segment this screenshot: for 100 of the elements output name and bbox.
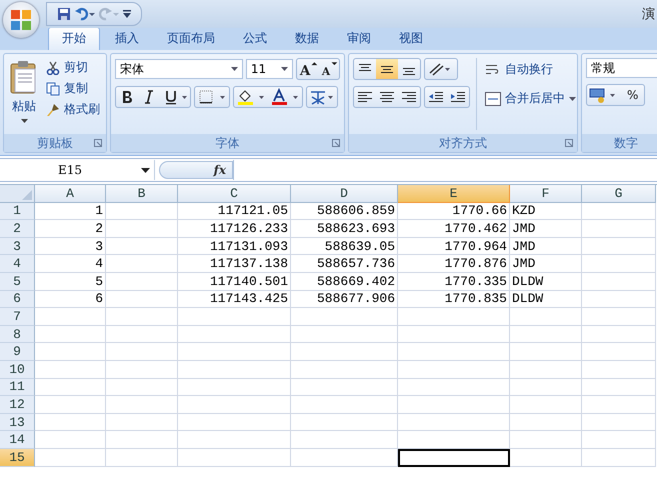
group-label: 字体 (216, 134, 240, 152)
table-cell: 588677.906 (291, 290, 398, 308)
row-header[interactable]: 11 (0, 378, 35, 396)
column-header[interactable]: G (582, 185, 656, 203)
empty-cell (510, 431, 582, 449)
copy-button[interactable]: 复制 (44, 79, 102, 98)
row-header[interactable]: 5 (0, 272, 35, 291)
column-header[interactable]: C (178, 185, 291, 203)
empty-cell (106, 272, 178, 291)
row-header[interactable]: 1 (0, 202, 35, 220)
table-cell: 588657.736 (291, 255, 398, 273)
column-header[interactable]: F (510, 185, 582, 203)
empty-cell (510, 378, 582, 396)
ribbon-tab[interactable]: 插入 (102, 28, 152, 50)
table-cell: 5 (35, 272, 106, 291)
number-format-dropdown[interactable]: 常规 (586, 58, 657, 78)
table-cell: 117121.05 (178, 202, 291, 220)
active-cell[interactable] (398, 448, 510, 466)
paste-button[interactable]: 粘贴 (8, 58, 40, 130)
caret-icon (569, 96, 576, 100)
group-label: 数字 (614, 134, 638, 152)
empty-cell (106, 414, 178, 432)
insert-function-button[interactable]: fx (159, 161, 233, 179)
row-header[interactable]: 8 (0, 326, 35, 344)
empty-cell (106, 448, 178, 466)
empty-cell (106, 202, 178, 220)
table-cell: JMD (510, 238, 582, 256)
row-header[interactable]: 10 (0, 360, 35, 379)
merge-cells-icon (485, 92, 501, 106)
empty-cell (106, 396, 178, 414)
font-name-dropdown[interactable]: 宋体 (115, 59, 243, 79)
table-cell: 588639.05 (291, 238, 398, 256)
lines-icon (380, 63, 394, 75)
dialog-launcher-icon[interactable] (565, 139, 573, 147)
table-cell: 1770.462 (398, 220, 510, 238)
empty-cell (106, 431, 178, 449)
row-header[interactable]: 7 (0, 308, 35, 326)
table-cell: KZD (510, 202, 582, 220)
name-box[interactable]: E15 (0, 160, 155, 180)
column-header[interactable]: A (35, 185, 106, 203)
middle-align-button[interactable] (376, 59, 398, 79)
ribbon-tab[interactable]: 数据 (282, 28, 332, 50)
table-cell: 2 (35, 220, 106, 238)
row-header[interactable]: 14 (0, 431, 35, 449)
row-header[interactable]: 12 (0, 396, 35, 414)
wrap-text-button[interactable]: 自动换行 (483, 60, 578, 79)
table-cell: DLDW (510, 290, 582, 308)
ribbon-tab[interactable]: 视图 (386, 28, 436, 50)
window-title: 演 (642, 6, 656, 23)
table-cell: 117137.138 (178, 255, 291, 273)
table-cell: 588669.402 (291, 272, 398, 291)
empty-cell (106, 343, 178, 361)
merge-center-button[interactable]: 合并后居中 (483, 89, 578, 108)
table-cell: JMD (510, 220, 582, 238)
copy-icon (46, 82, 60, 96)
row-header[interactable]: 3 (0, 238, 35, 256)
office-button[interactable] (3, 2, 39, 38)
cut-button[interactable]: 剪切 (44, 58, 102, 77)
clipboard-icon (10, 60, 38, 94)
ribbon-tab[interactable]: 开始 (48, 27, 100, 50)
table-cell: 117143.425 (178, 290, 291, 308)
table-cell: 1770.335 (398, 272, 510, 291)
table-cell: 3 (35, 238, 106, 256)
table-cell: 588623.693 (291, 220, 398, 238)
empty-cell (106, 238, 178, 256)
row-header[interactable]: 2 (0, 220, 35, 238)
undo-icon[interactable] (75, 7, 95, 21)
group-label: 对齐方式 (439, 134, 487, 152)
ribbon-tab[interactable]: 审阅 (334, 28, 384, 50)
table-cell: 588606.859 (291, 202, 398, 220)
row-header[interactable]: 6 (0, 290, 35, 308)
table-cell: 117131.093 (178, 238, 291, 256)
ribbon-tab[interactable]: 页面布局 (154, 28, 228, 50)
table-cell: 1770.876 (398, 255, 510, 273)
empty-cell (106, 326, 178, 344)
format-painter-button[interactable]: 格式刷 (44, 100, 102, 119)
save-icon[interactable] (57, 7, 71, 21)
caret-icon (230, 67, 238, 71)
wrap-text-icon (485, 62, 501, 76)
column-header[interactable]: E (398, 185, 510, 203)
row-header[interactable]: 15 (0, 448, 35, 466)
empty-cell (106, 360, 178, 379)
empty-cell (106, 255, 178, 273)
column-header[interactable]: B (106, 185, 178, 203)
caret-icon (280, 67, 288, 71)
font-size-dropdown[interactable]: 11 (246, 59, 293, 79)
ribbon-tab[interactable]: 公式 (230, 28, 280, 50)
customize-caret-icon[interactable] (123, 9, 131, 19)
row-header[interactable]: 4 (0, 255, 35, 273)
caret-icon (141, 168, 150, 172)
column-header[interactable]: D (291, 185, 398, 203)
paintbrush-icon (46, 102, 60, 116)
row-header[interactable]: 9 (0, 343, 35, 361)
caret-icon (20, 119, 28, 123)
dialog-launcher-icon[interactable] (94, 139, 102, 147)
group-label: 剪贴板 (37, 134, 73, 152)
dialog-launcher-icon[interactable] (332, 139, 340, 147)
row-header[interactable]: 13 (0, 414, 35, 432)
empty-cell (106, 378, 178, 396)
table-cell: 117126.233 (178, 220, 291, 238)
